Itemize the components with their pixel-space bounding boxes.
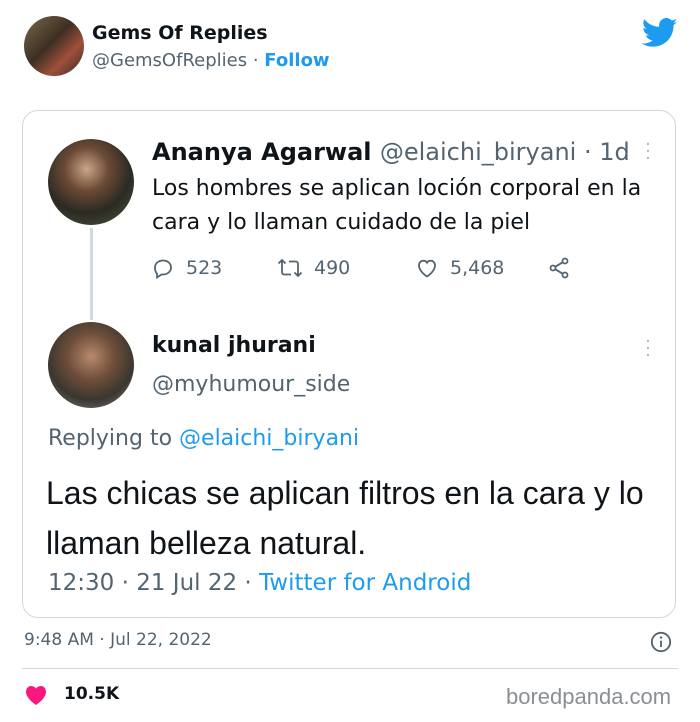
watermark: boredpanda.com: [506, 684, 672, 709]
quoted-action-bar: 523 490 5,468: [150, 256, 590, 286]
like-action[interactable]: 5,468: [414, 256, 504, 280]
follow-button[interactable]: Follow: [264, 50, 329, 71]
share-icon: [549, 257, 569, 279]
like-count: 5,468: [450, 257, 505, 279]
reply-author-avatar[interactable]: [48, 322, 134, 408]
outer-handle-line: @GemsOfReplies · Follow: [92, 50, 330, 71]
reply-time-date[interactable]: 12:30 · 21 Jul 22 ·: [48, 570, 252, 596]
share-action[interactable]: [546, 256, 572, 280]
retweet-count: 490: [314, 257, 351, 279]
quoted-author-avatar[interactable]: [48, 139, 134, 225]
reply-action[interactable]: 523: [150, 256, 222, 280]
replying-prefix: Replying to: [48, 426, 173, 451]
retweet-icon: [277, 258, 303, 278]
outer-like-count: 10.5K: [64, 684, 120, 704]
reply-author-handle[interactable]: @myhumour_side: [152, 372, 350, 397]
quoted-author-line: Ananya Agarwal @elaichi_biryani · 1d: [152, 138, 630, 166]
separator-dot: ·: [252, 50, 259, 71]
footer-divider: [22, 668, 678, 669]
twitter-bird-icon: [642, 18, 678, 47]
more-options-icon[interactable]: · · ·: [645, 333, 651, 365]
more-options-icon[interactable]: · · ·: [645, 136, 651, 168]
info-icon[interactable]: [650, 631, 672, 653]
reply-icon: [154, 259, 172, 280]
retweet-action[interactable]: 490: [276, 256, 350, 280]
quoted-tweet-text: Los hombres se aplican loción corporal e…: [152, 176, 642, 235]
outer-timestamp[interactable]: 9:48 AM · Jul 22, 2022: [24, 630, 212, 650]
heart-filled-icon[interactable]: [24, 684, 48, 706]
reply-source-link[interactable]: Twitter for Android: [259, 570, 471, 596]
outer-author-name[interactable]: Gems Of Replies: [92, 22, 268, 44]
thread-line: [90, 228, 93, 320]
reply-tweet-text: Las chicas se aplican filtros en la cara…: [46, 475, 644, 561]
outer-handle[interactable]: @GemsOfReplies: [92, 50, 247, 71]
heart-outline-icon: [418, 259, 436, 278]
reply-count: 523: [186, 257, 223, 279]
quoted-author-name[interactable]: Ananya Agarwal: [152, 138, 372, 166]
outer-avatar[interactable]: [24, 16, 84, 76]
reply-meta-line: 12:30 · 21 Jul 22 · Twitter for Android: [48, 570, 471, 596]
reply-author-name[interactable]: kunal jhurani: [152, 333, 316, 358]
replying-mention-link[interactable]: @elaichi_biryani: [179, 426, 359, 451]
replying-to-line: Replying to @elaichi_biryani: [48, 426, 359, 451]
quoted-handle-time[interactable]: @elaichi_biryani · 1d: [380, 138, 630, 166]
